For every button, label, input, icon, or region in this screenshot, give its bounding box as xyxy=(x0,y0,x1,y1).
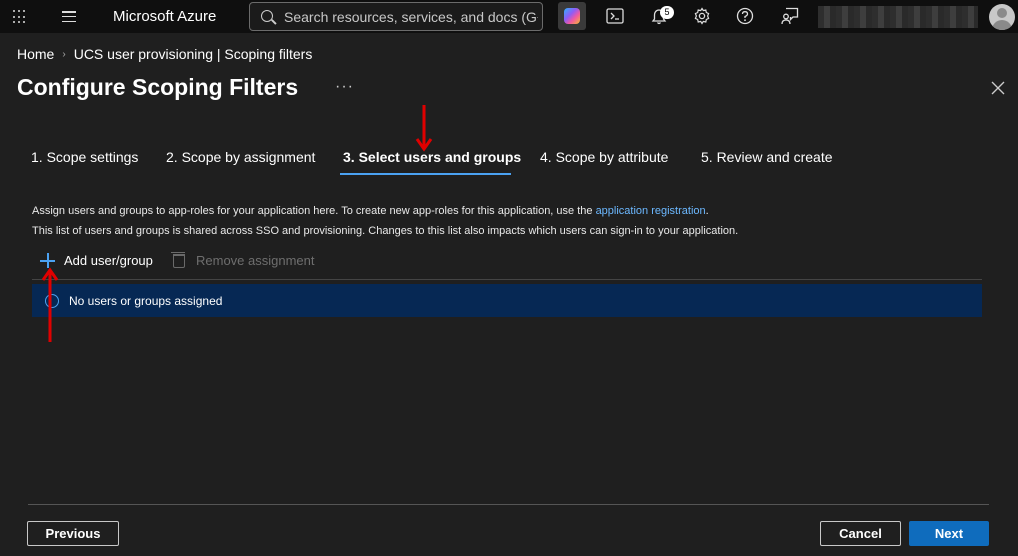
account-info[interactable] xyxy=(818,6,978,28)
brand-title[interactable]: Microsoft Azure xyxy=(113,8,216,25)
more-options-icon[interactable]: ··· xyxy=(335,78,354,96)
remove-assignment-button[interactable]: Remove assignment xyxy=(171,251,315,268)
empty-state-banner: No users or groups assigned xyxy=(32,284,982,317)
close-icon[interactable] xyxy=(990,80,1006,96)
tab-scope-by-attribute[interactable]: 4. Scope by attribute xyxy=(540,149,668,165)
annotation-arrow-up-icon xyxy=(41,267,59,342)
tab-scope-by-assignment[interactable]: 2. Scope by assignment xyxy=(166,149,315,165)
help-icon xyxy=(736,7,754,25)
help-button[interactable] xyxy=(731,2,759,30)
avatar[interactable] xyxy=(989,4,1015,30)
description-suffix: . xyxy=(705,205,709,217)
tab-scope-settings[interactable]: 1. Scope settings xyxy=(31,149,138,165)
breadcrumb: Home › UCS user provisioning | Scoping f… xyxy=(17,46,312,62)
feedback-icon xyxy=(781,7,799,25)
description-text: Assign users and groups to app-roles for… xyxy=(32,205,596,217)
next-button[interactable]: Next xyxy=(909,521,989,546)
toolbar-divider xyxy=(32,279,982,280)
top-bar: Microsoft Azure 5 xyxy=(0,0,1018,33)
chevron-right-icon: › xyxy=(62,48,66,60)
page-title: Configure Scoping Filters xyxy=(17,74,299,100)
description-line-2: This list of users and groups is shared … xyxy=(32,225,739,237)
terminal-icon xyxy=(606,8,624,24)
cloud-shell-button[interactable] xyxy=(601,2,629,30)
active-tab-indicator xyxy=(340,173,511,175)
search-input[interactable] xyxy=(284,7,538,27)
remove-assignment-label: Remove assignment xyxy=(196,253,315,268)
notification-count-badge: 5 xyxy=(660,6,674,19)
cancel-button[interactable]: Cancel xyxy=(820,521,901,546)
app-launcher-icon[interactable] xyxy=(13,10,27,24)
application-registration-link[interactable]: application registration xyxy=(596,205,706,217)
breadcrumb-home[interactable]: Home xyxy=(17,46,54,62)
portal-menu-icon[interactable] xyxy=(62,11,76,22)
copilot-button[interactable] xyxy=(558,2,586,30)
copilot-icon xyxy=(564,8,580,24)
trash-icon xyxy=(171,251,185,268)
feedback-button[interactable] xyxy=(776,2,804,30)
annotation-arrow-down-icon xyxy=(415,105,433,152)
tab-review-and-create[interactable]: 5. Review and create xyxy=(701,149,833,165)
search-icon xyxy=(261,10,273,22)
gear-icon xyxy=(694,7,710,25)
global-search[interactable] xyxy=(249,2,543,31)
footer-divider xyxy=(28,504,989,505)
description-line-1: Assign users and groups to app-roles for… xyxy=(32,205,709,217)
settings-button[interactable] xyxy=(688,2,716,30)
breadcrumb-current[interactable]: UCS user provisioning | Scoping filters xyxy=(74,46,313,62)
empty-state-text: No users or groups assigned xyxy=(69,293,223,308)
previous-button[interactable]: Previous xyxy=(27,521,119,546)
add-user-group-label: Add user/group xyxy=(64,253,153,268)
